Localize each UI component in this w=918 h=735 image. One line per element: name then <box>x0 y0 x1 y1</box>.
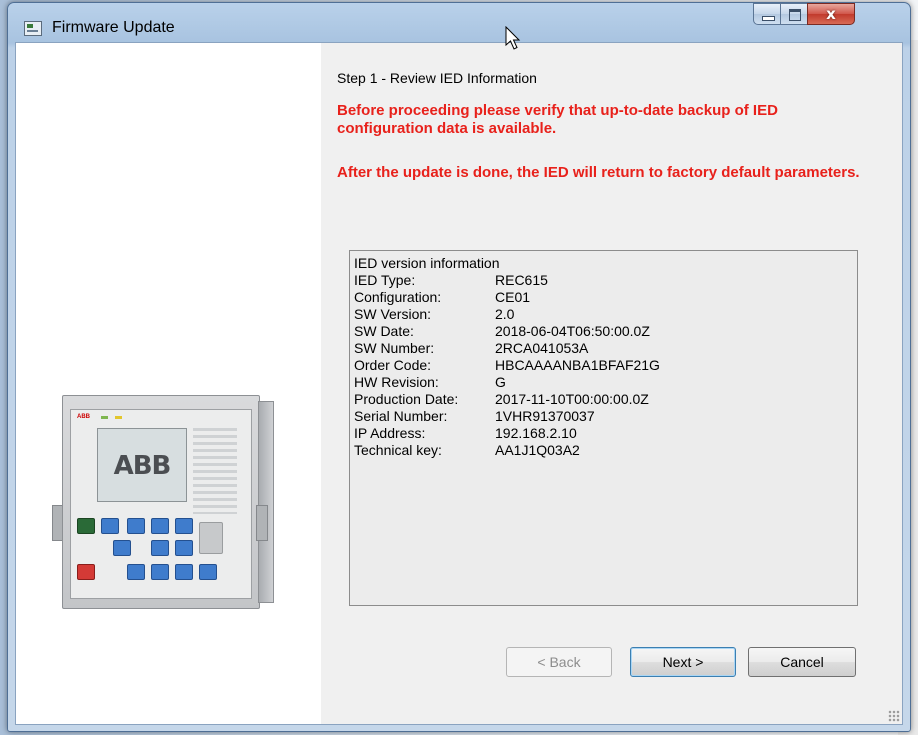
info-value: 1VHR91370037 <box>495 408 595 424</box>
abb-logo: ABB <box>113 451 172 481</box>
device-key <box>175 540 193 556</box>
info-value: 2018-06-04T06:50:00.0Z <box>495 323 650 339</box>
info-value: CE01 <box>495 289 531 305</box>
info-row: SW Number: 2RCA041053A <box>354 340 853 357</box>
device-image-panel: ABB ABB <box>16 43 321 724</box>
info-row: Serial Number: 1VHR91370037 <box>354 408 853 425</box>
info-label: Production Date: <box>354 391 459 407</box>
dialog-client-area: ABB ABB Step 1 - Review IED Information … <box>15 42 903 725</box>
device-key <box>151 540 169 556</box>
device-key <box>127 518 145 534</box>
cancel-button[interactable]: Cancel <box>748 647 856 677</box>
info-row: Production Date: 2017-11-10T00:00:00.0Z <box>354 391 853 408</box>
backup-warning: Before proceeding please verify that up-… <box>337 102 778 137</box>
device-side <box>258 401 274 603</box>
maximize-icon <box>789 9 801 21</box>
app-icon[interactable] <box>24 21 42 36</box>
info-label: Serial Number: <box>354 408 448 424</box>
device-key <box>175 518 193 534</box>
close-icon: x <box>826 5 836 23</box>
step-title: Step 1 - Review IED Information <box>337 70 537 86</box>
info-value: REC615 <box>495 272 548 288</box>
info-label: SW Version: <box>354 306 432 322</box>
wizard-content: Step 1 - Review IED Information Before p… <box>333 43 893 724</box>
minimize-icon <box>762 16 775 21</box>
info-label: IP Address: <box>354 425 426 441</box>
resize-grip[interactable] <box>888 710 900 722</box>
device-key <box>113 540 131 556</box>
info-row: HW Revision: G <box>354 374 853 391</box>
firmware-update-dialog: Firmware Update x ABB ABB Step 1 - Revie… <box>7 2 911 732</box>
info-value: 2RCA041053A <box>495 340 589 356</box>
minimize-button[interactable] <box>753 3 781 25</box>
info-value: 2017-11-10T00:00:00.0Z <box>495 391 649 407</box>
info-value: AA1J1Q03A2 <box>495 442 580 458</box>
info-label: IED Type: <box>354 272 416 288</box>
device-key-green <box>77 518 95 534</box>
next-button[interactable]: Next > <box>630 647 736 677</box>
factory-reset-warning: After the update is done, the IED will r… <box>337 164 860 181</box>
device-front-panel: ABB ABB <box>70 409 252 599</box>
device-key <box>151 518 169 534</box>
ied-info-box: IED version information IED Type: REC615 … <box>349 250 858 606</box>
info-label: Technical key: <box>354 442 442 458</box>
device-lcd: ABB <box>97 428 187 502</box>
device-status-leds <box>101 416 171 419</box>
device-mount-tab-right <box>256 505 268 541</box>
info-label: HW Revision: <box>354 374 439 390</box>
info-label: SW Date: <box>354 323 414 339</box>
maximize-button[interactable] <box>780 3 808 25</box>
ied-device-image: ABB ABB <box>48 395 274 609</box>
info-label: SW Number: <box>354 340 435 356</box>
window-title: Firmware Update <box>52 19 175 36</box>
info-value: 192.168.2.10 <box>495 425 577 441</box>
device-key <box>175 564 193 580</box>
device-key-red <box>77 564 95 580</box>
info-row: Technical key: AA1J1Q03A2 <box>354 442 853 459</box>
device-key <box>101 518 119 534</box>
device-led-column <box>193 428 237 514</box>
info-value: G <box>495 374 506 390</box>
info-row: Order Code: HBCAAAANBA1BFAF21G <box>354 357 853 374</box>
device-key <box>151 564 169 580</box>
back-button[interactable]: < Back <box>506 647 612 677</box>
device-key <box>127 564 145 580</box>
info-row: IP Address: 192.168.2.10 <box>354 425 853 442</box>
mouse-cursor-icon <box>505 26 521 50</box>
info-label: Order Code: <box>354 357 432 373</box>
info-label: Configuration: <box>354 289 442 305</box>
info-row: IED Type: REC615 <box>354 272 853 289</box>
info-title: IED version information <box>354 255 500 271</box>
title-bar[interactable]: Firmware Update x <box>8 3 910 43</box>
info-row: SW Version: 2.0 <box>354 306 853 323</box>
device-brand-label: ABB <box>77 414 90 420</box>
info-row: SW Date: 2018-06-04T06:50:00.0Z <box>354 323 853 340</box>
info-value: HBCAAAANBA1BFAF21G <box>495 357 660 373</box>
device-key-grey <box>199 522 223 554</box>
device-key <box>199 564 217 580</box>
info-value: 2.0 <box>495 306 515 322</box>
close-button[interactable]: x <box>807 3 855 25</box>
info-row: Configuration: CE01 <box>354 289 853 306</box>
